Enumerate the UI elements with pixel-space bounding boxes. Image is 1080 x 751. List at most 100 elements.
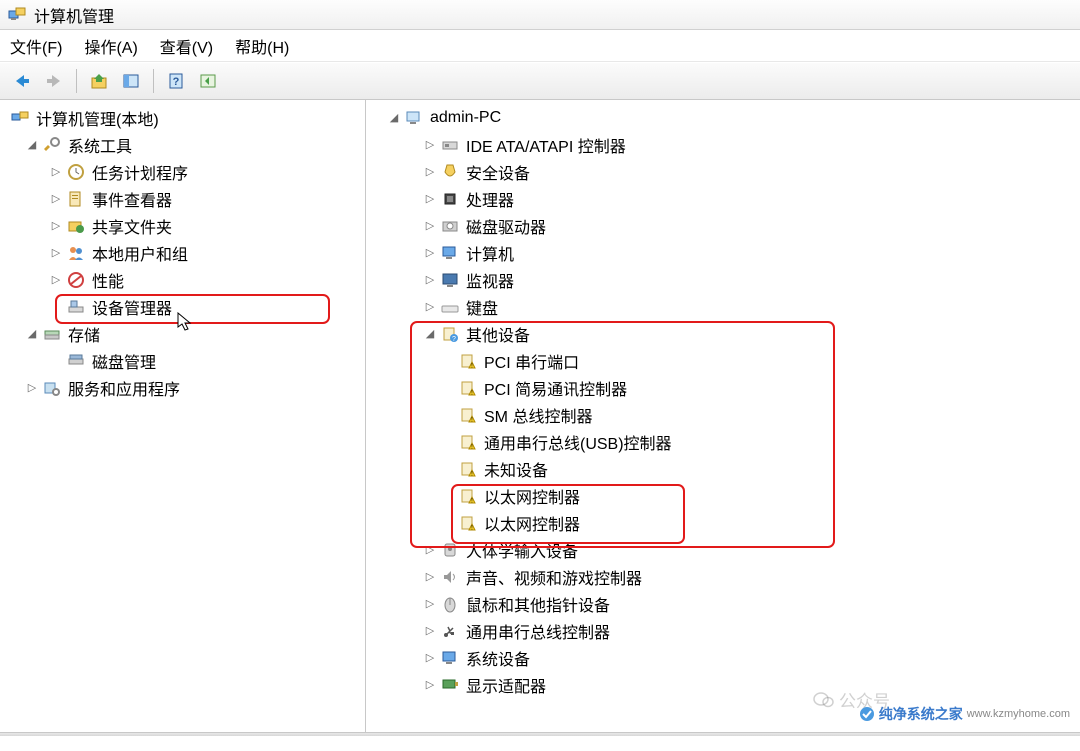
expand-arrow-icon[interactable]: ▷ [422, 542, 438, 558]
perf-icon [66, 271, 86, 289]
app-icon [8, 6, 26, 24]
collapse-arrow-icon[interactable]: ◢ [422, 326, 438, 342]
label: 显示适配器 [466, 673, 546, 697]
tree-ethernet-2[interactable]: ! 以太网控制器 [366, 509, 1080, 536]
tree-ide-ata[interactable]: ▷ IDE ATA/ATAPI 控制器 [366, 131, 1080, 158]
expand-arrow-icon[interactable]: ▷ [422, 191, 438, 207]
label: 设备管理器 [92, 295, 172, 319]
expand-arrow-icon[interactable]: ▷ [422, 623, 438, 639]
toolbar-separator [153, 69, 154, 93]
expand-arrow-icon[interactable]: ▷ [422, 299, 438, 315]
tree-mouse[interactable]: ▷ 鼠标和其他指针设备 [366, 590, 1080, 617]
expand-arrow-icon[interactable]: ▷ [422, 569, 438, 585]
menu-help[interactable]: 帮助(H) [235, 34, 289, 58]
tree-shared-folders[interactable]: ▷ 共享文件夹 [0, 212, 365, 239]
collapse-arrow-icon[interactable]: ◢ [386, 110, 402, 126]
tree-pci-serial[interactable]: ! PCI 串行端口 [366, 347, 1080, 374]
watermark-url: www.kzmyhome.com [967, 708, 1070, 720]
devmgr-icon [66, 298, 86, 316]
tree-root-pc[interactable]: ◢ admin-PC [366, 104, 1080, 131]
expand-arrow-icon[interactable]: ▷ [422, 650, 438, 666]
tree-task-scheduler[interactable]: ▷ 任务计划程序 [0, 158, 365, 185]
label: 磁盘驱动器 [466, 214, 546, 238]
expand-arrow-icon[interactable]: ▷ [48, 191, 64, 207]
expand-arrow-icon[interactable]: ▷ [24, 380, 40, 396]
tree-performance[interactable]: ▷ 性能 [0, 266, 365, 293]
tree-device-manager[interactable]: ▷ 设备管理器 [0, 293, 365, 320]
usb-icon [440, 622, 460, 640]
tree-monitors[interactable]: ▷ 监视器 [366, 266, 1080, 293]
tree-system-tools[interactable]: ◢ 系统工具 [0, 131, 365, 158]
event-icon [66, 190, 86, 208]
expand-arrow-icon[interactable]: ▷ [422, 218, 438, 234]
back-button[interactable] [8, 67, 36, 95]
expand-arrow-icon[interactable]: ▷ [422, 272, 438, 288]
expand-arrow-icon[interactable]: ▷ [422, 137, 438, 153]
unknown-device-icon: ! [458, 487, 478, 505]
label: 共享文件夹 [92, 214, 172, 238]
up-button[interactable] [85, 67, 113, 95]
tree-system-devices[interactable]: ▷ 系统设备 [366, 644, 1080, 671]
mouse-icon [440, 595, 460, 613]
expand-arrow-icon[interactable]: ▷ [48, 245, 64, 261]
expand-arrow-icon[interactable]: ▷ [48, 272, 64, 288]
computer-cat-icon [440, 244, 460, 262]
forward-button[interactable] [40, 67, 68, 95]
collapse-arrow-icon[interactable]: ◢ [24, 326, 40, 342]
tree-services-apps[interactable]: ▷ 服务和应用程序 [0, 374, 365, 401]
help-button[interactable]: ? [162, 67, 190, 95]
show-hide-tree-button[interactable] [117, 67, 145, 95]
label: 系统设备 [466, 646, 530, 670]
storage-icon [42, 325, 62, 343]
display-icon [440, 676, 460, 694]
users-icon [66, 244, 86, 262]
content-area: 计算机管理(本地) ◢ 系统工具 ▷ 任务计划程序 ▷ 事件查看器 ▷ 共享文件… [0, 100, 1080, 732]
tree-security-devices[interactable]: ▷ 安全设备 [366, 158, 1080, 185]
unknown-device-icon: ! [458, 406, 478, 424]
tree-ethernet-1[interactable]: ! 以太网控制器 [366, 482, 1080, 509]
tree-other-devices[interactable]: ◢ ? 其他设备 [366, 320, 1080, 347]
menu-view[interactable]: 查看(V) [160, 34, 213, 58]
tree-usb-unknown[interactable]: ! 通用串行总线(USB)控制器 [366, 428, 1080, 455]
tree-keyboards[interactable]: ▷ 键盘 [366, 293, 1080, 320]
expand-arrow-icon[interactable]: ▷ [422, 245, 438, 261]
tree-disk-mgmt[interactable]: ▷ 磁盘管理 [0, 347, 365, 374]
unknown-device-icon: ! [458, 352, 478, 370]
label: PCI 串行端口 [484, 349, 579, 373]
other-icon: ? [440, 325, 460, 343]
tree-processors[interactable]: ▷ 处理器 [366, 185, 1080, 212]
tree-usb[interactable]: ▷ 通用串行总线控制器 [366, 617, 1080, 644]
menu-file[interactable]: 文件(F) [10, 34, 62, 58]
label: IDE ATA/ATAPI 控制器 [466, 133, 626, 157]
right-tree-pane[interactable]: ◢ admin-PC ▷ IDE ATA/ATAPI 控制器 ▷ 安全设备 ▷ … [366, 100, 1080, 732]
tree-local-users[interactable]: ▷ 本地用户和组 [0, 239, 365, 266]
expand-arrow-icon[interactable]: ▷ [422, 596, 438, 612]
properties-button[interactable] [194, 67, 222, 95]
tree-computer-cat[interactable]: ▷ 计算机 [366, 239, 1080, 266]
expand-arrow-icon[interactable]: ▷ [48, 218, 64, 234]
expand-arrow-icon[interactable]: ▷ [48, 164, 64, 180]
tree-sound[interactable]: ▷ 声音、视频和游戏控制器 [366, 563, 1080, 590]
tree-hid[interactable]: ▷ 人体学输入设备 [366, 536, 1080, 563]
tree-root-local[interactable]: 计算机管理(本地) [0, 104, 365, 131]
tree-disk-drives[interactable]: ▷ 磁盘驱动器 [366, 212, 1080, 239]
tree-storage[interactable]: ◢ 存储 [0, 320, 365, 347]
tree-unknown-device[interactable]: ! 未知设备 [366, 455, 1080, 482]
expand-arrow-icon[interactable]: ▷ [422, 164, 438, 180]
tree-sm-bus[interactable]: ! SM 总线控制器 [366, 401, 1080, 428]
title-bar: 计算机管理 [0, 0, 1080, 30]
collapse-arrow-icon[interactable]: ◢ [24, 137, 40, 153]
computer-icon [404, 109, 424, 127]
cpu-icon [440, 190, 460, 208]
monitor-icon [440, 271, 460, 289]
expand-arrow-icon[interactable]: ▷ [422, 677, 438, 693]
menu-action[interactable]: 操作(A) [84, 34, 137, 58]
label: 计算机管理(本地) [36, 106, 159, 130]
sound-icon [440, 568, 460, 586]
tree-pci-comm[interactable]: ! PCI 简易通讯控制器 [366, 374, 1080, 401]
tree-event-viewer[interactable]: ▷ 事件查看器 [0, 185, 365, 212]
label: 鼠标和其他指针设备 [466, 592, 610, 616]
tree-display-adapters[interactable]: ▷ 显示适配器 [366, 671, 1080, 698]
label: 以太网控制器 [484, 511, 580, 535]
left-tree-pane[interactable]: 计算机管理(本地) ◢ 系统工具 ▷ 任务计划程序 ▷ 事件查看器 ▷ 共享文件… [0, 100, 366, 732]
